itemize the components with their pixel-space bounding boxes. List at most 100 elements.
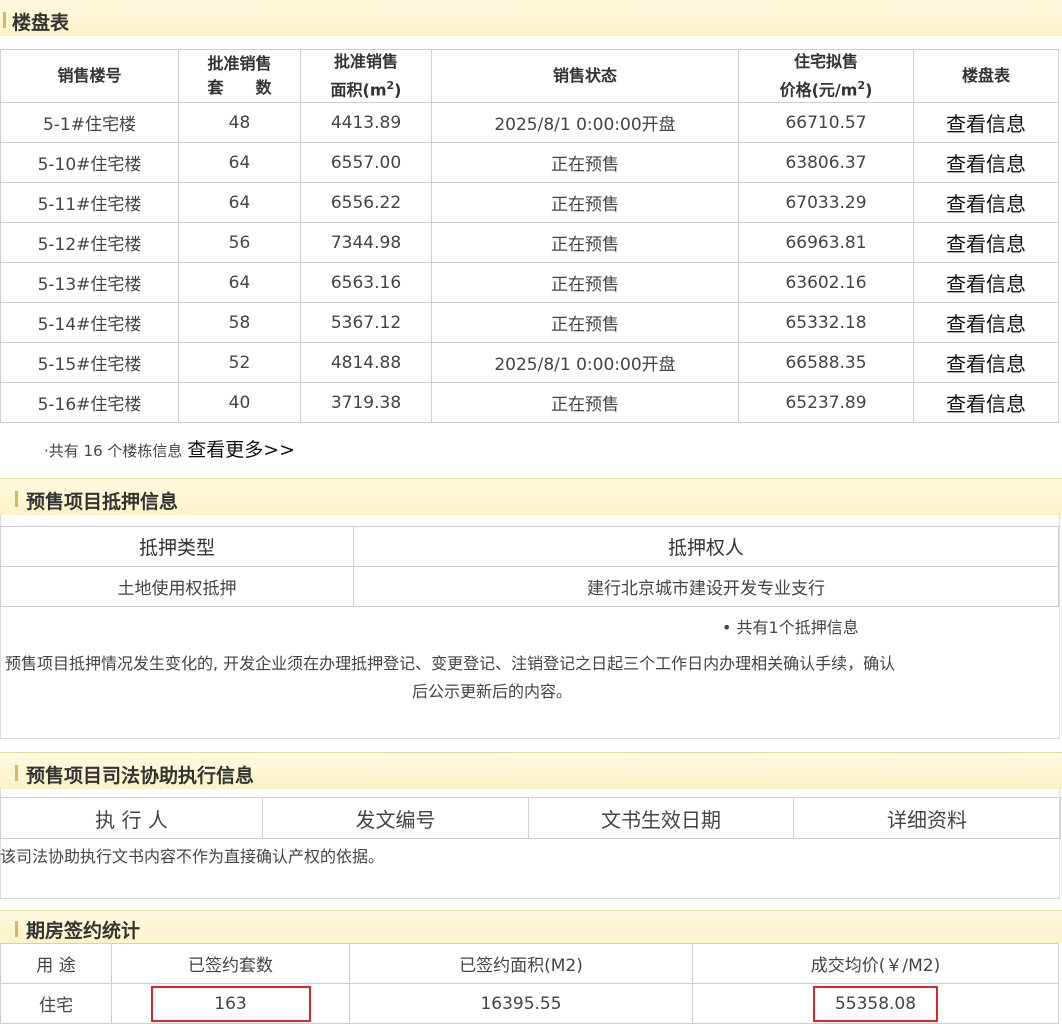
- col-building-table: 楼盘表: [913, 48, 1059, 104]
- building-price: 65237.89: [738, 382, 914, 424]
- building-status: 正在预售: [431, 142, 739, 184]
- building-status: 正在预售: [431, 222, 739, 264]
- mortgage-section-header: 预售项目抵押信息: [0, 478, 1062, 515]
- building-price: 65332.18: [738, 302, 914, 344]
- view-info-link[interactable]: 查看信息: [913, 222, 1059, 264]
- section-bar-icon: [15, 491, 18, 507]
- buildings-table: 销售楼号 批准销售套 数 批准销售 面积(m2) 销售状态 住宅拟售 价格(元/m2…: [0, 48, 1059, 424]
- buildings-title: 楼盘表: [12, 12, 70, 34]
- view-info-link[interactable]: 查看信息: [913, 102, 1059, 144]
- building-name: 5-10#住宅楼: [0, 142, 179, 184]
- building-area: 4814.88: [300, 342, 432, 384]
- building-status: 2025/8/1 0:00:00开盘: [431, 102, 739, 144]
- building-area: 7344.98: [300, 222, 432, 264]
- building-units: 56: [178, 222, 301, 264]
- mortgage-table: 抵押类型 抵押权人 土地使用权抵押 建行北京城市建设开发专业支行: [0, 526, 1059, 607]
- table-row: 5-1#住宅楼 48 4413.89 2025/8/1 0:00:00开盘 66…: [0, 102, 1059, 144]
- table-row: 住宅 163 16395.55 55358.08: [0, 983, 1059, 1024]
- building-name: 5-11#住宅楼: [0, 182, 179, 224]
- col-details: 详细资料: [793, 797, 1061, 839]
- signing-area: 16395.55: [349, 983, 693, 1024]
- mortgage-type: 土地使用权抵押: [0, 566, 354, 607]
- building-price: 66710.57: [738, 102, 914, 144]
- table-row: 5-16#住宅楼 40 3719.38 正在预售 65237.89 查看信息: [0, 382, 1059, 424]
- col-building-no: 销售楼号: [0, 48, 179, 104]
- building-area: 3719.38: [300, 382, 432, 424]
- building-units: 64: [178, 182, 301, 224]
- building-units: 64: [178, 262, 301, 304]
- mortgage-count: • 共有1个抵押信息: [722, 618, 859, 637]
- buildings-header-row: 销售楼号 批准销售套 数 批准销售 面积(m2) 销售状态 住宅拟售 价格(元/m2…: [0, 48, 1059, 104]
- signing-count-cell: 163: [111, 983, 350, 1024]
- mortgage-note-line2: 后公示更新后的内容。: [412, 682, 573, 701]
- building-area: 4413.89: [300, 102, 432, 144]
- building-units: 64: [178, 142, 301, 184]
- building-status: 2025/8/1 0:00:00开盘: [431, 342, 739, 384]
- col-signed-area: 已签约面积(M2): [349, 943, 693, 984]
- col-avg-price: 成交均价(￥/M2): [692, 943, 1059, 984]
- building-units: 48: [178, 102, 301, 144]
- view-more-link[interactable]: 查看更多>>: [187, 439, 295, 461]
- building-name: 5-12#住宅楼: [0, 222, 179, 264]
- judicial-header-row: 执 行 人 发文编号 文书生效日期 详细资料: [0, 797, 1061, 839]
- building-price: 66963.81: [738, 222, 914, 264]
- col-signed-count: 已签约套数: [111, 943, 350, 984]
- view-info-link[interactable]: 查看信息: [913, 382, 1059, 424]
- col-approved-area: 批准销售 面积(m2): [300, 48, 432, 104]
- mortgage-title: 预售项目抵押信息: [26, 491, 179, 513]
- mortgagee: 建行北京城市建设开发专业支行: [353, 566, 1059, 607]
- building-price: 67033.29: [738, 182, 914, 224]
- col-sale-status: 销售状态: [431, 48, 739, 104]
- col-approved-units: 批准销售套 数: [178, 48, 301, 104]
- building-area: 6557.00: [300, 142, 432, 184]
- col-document-no: 发文编号: [262, 797, 529, 839]
- view-info-link[interactable]: 查看信息: [913, 182, 1059, 224]
- table-row: 5-15#住宅楼 52 4814.88 2025/8/1 0:00:00开盘 6…: [0, 342, 1059, 384]
- signing-title: 期房签约统计: [26, 920, 141, 942]
- section-bar-icon: [15, 765, 18, 781]
- view-info-link[interactable]: 查看信息: [913, 142, 1059, 184]
- mortgage-note-line1: 预售项目抵押情况发生变化的, 开发企业须在办理抵押登记、变更登记、注销登记之日起…: [5, 654, 896, 673]
- col-use: 用 途: [0, 943, 112, 984]
- col-mortgagee: 抵押权人: [353, 526, 1059, 567]
- judicial-section-header: 预售项目司法协助执行信息: [0, 752, 1062, 789]
- signing-header-row: 用 途 已签约套数 已签约面积(M2) 成交均价(￥/M2): [0, 943, 1059, 984]
- table-row: 5-14#住宅楼 58 5367.12 正在预售 65332.18 查看信息: [0, 302, 1059, 344]
- mortgage-header-row: 抵押类型 抵押权人: [0, 526, 1059, 567]
- building-status: 正在预售: [431, 182, 739, 224]
- building-status: 正在预售: [431, 302, 739, 344]
- building-area: 6563.16: [300, 262, 432, 304]
- building-units: 52: [178, 342, 301, 384]
- buildings-summary: ·共有 16 个楼栋信息 查看更多>>: [44, 435, 295, 462]
- section-bar-icon: [15, 921, 18, 937]
- view-info-link[interactable]: 查看信息: [913, 342, 1059, 384]
- building-area: 6556.22: [300, 182, 432, 224]
- signing-use: 住宅: [0, 983, 112, 1024]
- avg-price-highlight: 55358.08: [813, 985, 938, 1022]
- table-row: 5-13#住宅楼 64 6563.16 正在预售 63602.16 查看信息: [0, 262, 1059, 304]
- building-price: 63602.16: [738, 262, 914, 304]
- building-status: 正在预售: [431, 382, 739, 424]
- signing-section-header: 期房签约统计: [0, 910, 1062, 943]
- buildings-section-header: 楼盘表: [0, 0, 1062, 36]
- view-info-link[interactable]: 查看信息: [913, 262, 1059, 304]
- judicial-table: 执 行 人 发文编号 文书生效日期 详细资料: [0, 797, 1061, 839]
- view-info-link[interactable]: 查看信息: [913, 302, 1059, 344]
- col-effective-date: 文书生效日期: [528, 797, 794, 839]
- table-row: 5-12#住宅楼 56 7344.98 正在预售 66963.81 查看信息: [0, 222, 1059, 264]
- buildings-count-text: ·共有 16 个楼栋信息: [44, 442, 183, 460]
- signing-table: 用 途 已签约套数 已签约面积(M2) 成交均价(￥/M2) 住宅 163 16…: [0, 943, 1059, 1024]
- signing-price-cell: 55358.08: [692, 983, 1059, 1024]
- building-status: 正在预售: [431, 262, 739, 304]
- building-name: 5-16#住宅楼: [0, 382, 179, 424]
- building-price: 63806.37: [738, 142, 914, 184]
- building-name: 5-13#住宅楼: [0, 262, 179, 304]
- building-name: 5-1#住宅楼: [0, 102, 179, 144]
- building-units: 58: [178, 302, 301, 344]
- judicial-title: 预售项目司法协助执行信息: [26, 765, 255, 787]
- signed-count-highlight: 163: [150, 985, 311, 1022]
- table-row: 土地使用权抵押 建行北京城市建设开发专业支行: [0, 566, 1059, 607]
- section-bar-icon: [3, 12, 6, 28]
- col-mortgage-type: 抵押类型: [0, 526, 354, 567]
- table-row: 5-11#住宅楼 64 6556.22 正在预售 67033.29 查看信息: [0, 182, 1059, 224]
